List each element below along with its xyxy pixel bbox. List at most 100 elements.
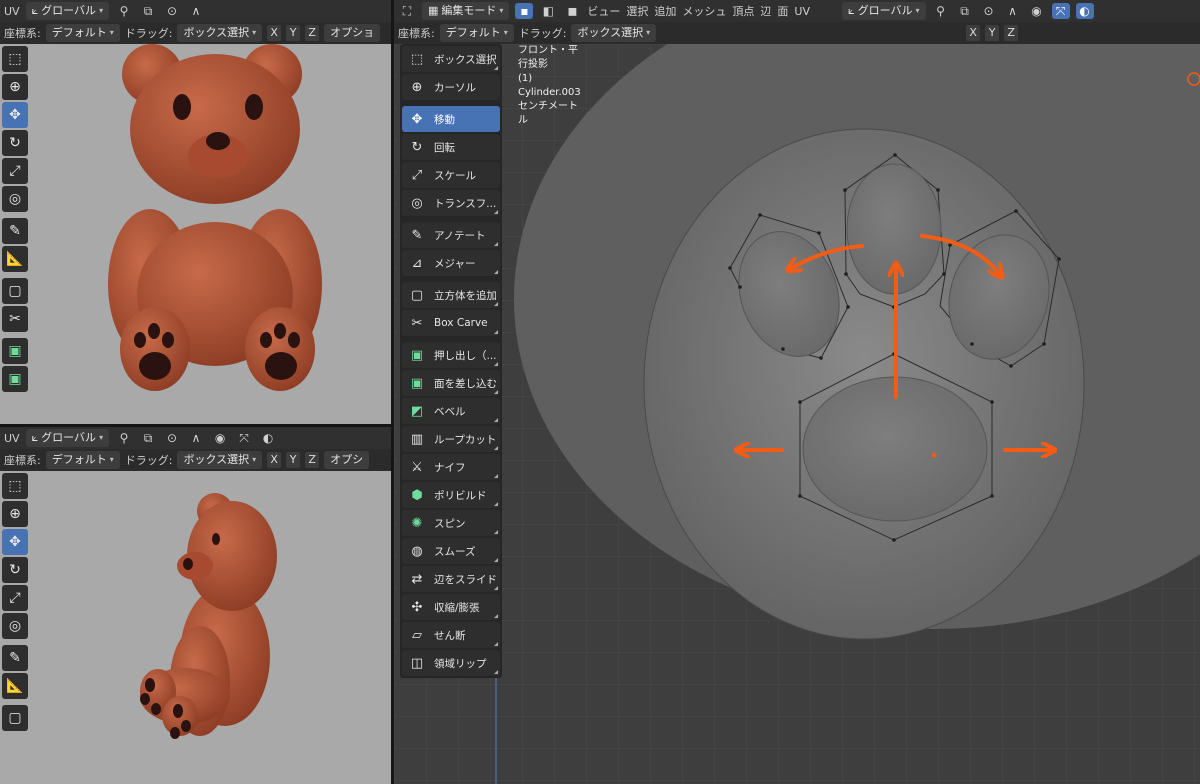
transform-orientation-dropdown[interactable]: ⟀ グローバル ▾	[25, 429, 110, 447]
snap-icon[interactable]: ⧉	[956, 3, 974, 19]
tool-extrude[interactable]: ▣ 押し出し（...	[402, 342, 500, 368]
annotate-tool[interactable]: ✎	[2, 645, 28, 671]
tool-annotate[interactable]: ✎ アノテート	[402, 222, 500, 248]
main-viewport[interactable]: ⛶ ▦ 編集モード ▾ ▪ ◧ ◼ ビュー 選択 追加 メッシュ 頂点 辺 面 UV…	[394, 0, 1200, 784]
rotate-tool[interactable]: ↻	[2, 557, 28, 583]
tool-loop-cut[interactable]: ▥ ループカット	[402, 426, 500, 452]
measure-tool[interactable]: 📐	[2, 246, 28, 272]
box-select-tool[interactable]: ⬚	[2, 473, 28, 499]
falloff-icon[interactable]: ∧	[187, 430, 205, 446]
coord-dropdown[interactable]: デフォルト ▾	[45, 451, 120, 469]
tool-spin[interactable]: ✺ スピン	[402, 510, 500, 536]
tool-shrink-fatten[interactable]: ✣ 収縮/膨張	[402, 594, 500, 620]
bottom-left-canvas[interactable]: ⬚ ⊕ ✥ ↻ ⤢ ◎ ✎ 📐 ▢	[0, 471, 391, 784]
axis-y-toggle[interactable]: Y	[985, 25, 1000, 41]
axis-x-toggle[interactable]: X	[267, 25, 282, 41]
transform-tool[interactable]: ◎	[2, 186, 28, 212]
axis-z-toggle[interactable]: Z	[1004, 25, 1019, 41]
menu-view[interactable]: ビュー	[587, 3, 620, 19]
axis-x-toggle[interactable]: X	[267, 452, 282, 468]
cursor-tool[interactable]: ⊕	[2, 501, 28, 527]
axis-z-toggle[interactable]: Z	[305, 25, 320, 41]
gizmo-icon[interactable]: ⤧	[1051, 3, 1070, 19]
coord-dropdown[interactable]: デフォルト ▾	[45, 24, 120, 42]
menu-edge[interactable]: 辺	[760, 3, 771, 19]
drag-dropdown[interactable]: ボックス選択 ▾	[177, 24, 263, 42]
pivot-icon[interactable]: ⚲	[932, 3, 950, 19]
transform-orientation-dropdown[interactable]: ⟀ グローバル ▾	[842, 2, 926, 20]
tool-measure[interactable]: ⊿ メジャー	[402, 250, 500, 276]
menu-face[interactable]: 面	[777, 3, 788, 19]
editor-type-icon[interactable]: ⛶	[398, 3, 416, 19]
tool-box-carve[interactable]: ✂ Box Carve	[402, 310, 500, 336]
tool-smooth[interactable]: ◍ スムーズ	[402, 538, 500, 564]
drag-dropdown[interactable]: ボックス選択 ▾	[177, 451, 263, 469]
tool-poly-build[interactable]: ⬢ ポリビルド	[402, 482, 500, 508]
menu-mesh[interactable]: メッシュ	[682, 3, 726, 19]
uv-tab[interactable]: UV	[4, 5, 20, 18]
mode-dropdown[interactable]: ▦ 編集モード ▾	[422, 2, 510, 20]
tool-scale[interactable]: ⤢ スケール	[402, 162, 500, 188]
axis-z-toggle[interactable]: Z	[305, 452, 320, 468]
pivot-icon[interactable]: ⚲	[115, 3, 133, 19]
tool-rotate[interactable]: ↻ 回転	[402, 134, 500, 160]
box-carve-tool[interactable]: ✂	[2, 306, 28, 332]
axis-y-toggle[interactable]: Y	[286, 452, 301, 468]
cursor-tool[interactable]: ⊕	[2, 74, 28, 100]
tool-knife[interactable]: ⚔ ナイフ	[402, 454, 500, 480]
menu-vertex[interactable]: 頂点	[732, 3, 754, 19]
tool-inset[interactable]: ▣ 面を差し込む	[402, 370, 500, 396]
menu-uv[interactable]: UV	[794, 5, 810, 18]
inset-tool[interactable]: ▣	[2, 366, 28, 392]
tool-rip-region[interactable]: ◫ 領域リップ	[402, 650, 500, 676]
rotate-tool[interactable]: ↻	[2, 130, 28, 156]
proportional-edit-icon[interactable]: ⊙	[163, 3, 181, 19]
bottom-left-viewport[interactable]: UV ⟀ グローバル ▾ ⚲ ⧉ ⊙ ∧ ◉ ⤧ ◐ 座標系: デフォルト ▾ ドラッ…	[0, 427, 391, 784]
scale-tool[interactable]: ⤢	[2, 158, 28, 184]
top-left-canvas[interactable]: ⬚ ⊕ ✥ ↻ ⤢ ◎ ✎ 📐 ▢ ✂ ▣ ▣	[0, 44, 391, 424]
proportional-edit-icon[interactable]: ⊙	[163, 430, 181, 446]
add-cube-tool[interactable]: ▢	[2, 278, 28, 304]
snap-icon[interactable]: ⧉	[139, 3, 157, 19]
falloff-icon[interactable]: ∧	[1004, 3, 1022, 19]
tool-cursor[interactable]: ⊕ カーソル	[402, 74, 500, 100]
axis-x-toggle[interactable]: X	[966, 25, 981, 41]
add-cube-tool[interactable]: ▢	[2, 705, 28, 731]
options-button[interactable]: オプシ	[324, 451, 370, 469]
scale-tool[interactable]: ⤢	[2, 585, 28, 611]
tool-box-select[interactable]: ⬚ ボックス選択	[402, 46, 500, 72]
menu-add[interactable]: 追加	[654, 3, 676, 19]
tool-add-cube[interactable]: ▢ 立方体を追加	[402, 282, 500, 308]
transform-orientation-dropdown[interactable]: ⟀ グローバル ▾	[25, 2, 110, 20]
snap-icon[interactable]: ⧉	[139, 430, 157, 446]
uv-tab[interactable]: UV	[4, 432, 20, 445]
top-left-viewport[interactable]: UV ⟀ グローバル ▾ ⚲ ⧉ ⊙ ∧ 座標系: デフォルト ▾ ドラッグ: ボック…	[0, 0, 391, 424]
proportional-edit-icon[interactable]: ⊙	[980, 3, 998, 19]
tool-shear[interactable]: ▱ せん断	[402, 622, 500, 648]
face-select-icon[interactable]: ◼	[563, 3, 581, 19]
move-tool[interactable]: ✥	[2, 529, 28, 555]
falloff-icon[interactable]: ∧	[187, 3, 205, 19]
measure-tool[interactable]: 📐	[2, 673, 28, 699]
gizmo-icon[interactable]: ⤧	[235, 430, 253, 446]
main-canvas[interactable]	[394, 44, 1200, 784]
options-button[interactable]: オプショ	[324, 24, 381, 42]
box-select-tool[interactable]: ⬚	[2, 46, 28, 72]
vertex-select-icon[interactable]: ▪	[515, 3, 534, 19]
edge-select-icon[interactable]: ◧	[539, 3, 557, 19]
overlay-icon[interactable]: ◉	[211, 430, 229, 446]
annotate-tool[interactable]: ✎	[2, 218, 28, 244]
extrude-tool[interactable]: ▣	[2, 338, 28, 364]
tool-move[interactable]: ✥ 移動	[402, 106, 500, 132]
drag-dropdown[interactable]: ボックス選択 ▾	[571, 24, 657, 42]
move-tool[interactable]: ✥	[2, 102, 28, 128]
tool-bevel[interactable]: ◩ ベベル	[402, 398, 500, 424]
axis-y-toggle[interactable]: Y	[286, 25, 301, 41]
menu-select[interactable]: 選択	[626, 3, 648, 19]
overlay-icon[interactable]: ◉	[1028, 3, 1046, 19]
tool-edge-slide[interactable]: ⇄ 辺をスライド	[402, 566, 500, 592]
shading-icon[interactable]: ◐	[259, 430, 277, 446]
tool-transform[interactable]: ◎ トランスフ...	[402, 190, 500, 216]
coord-dropdown[interactable]: デフォルト ▾	[439, 24, 514, 42]
transform-tool[interactable]: ◎	[2, 613, 28, 639]
